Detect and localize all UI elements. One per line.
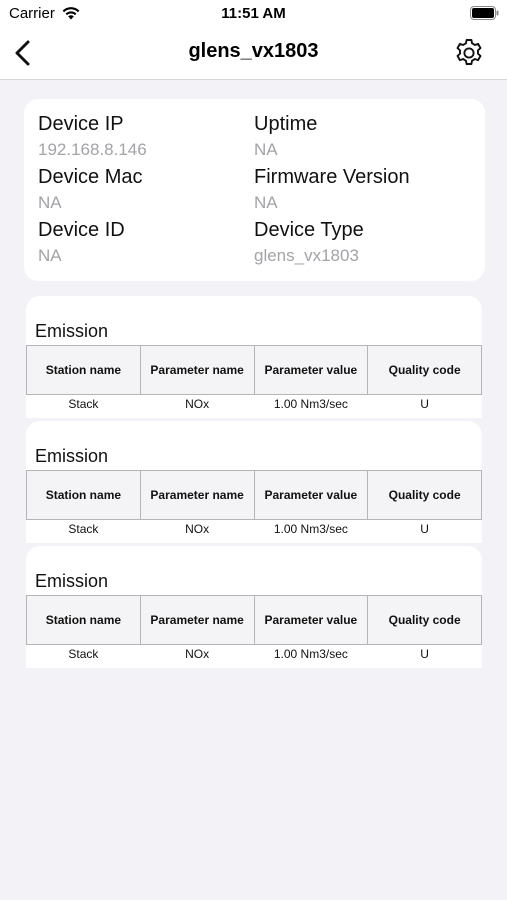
uptime-field: Uptime NA: [254, 113, 317, 160]
emission-table: Station name Parameter name Parameter va…: [26, 345, 482, 414]
device-ip-value: 192.168.8.146: [38, 140, 147, 159]
device-id-label: Device ID: [38, 219, 125, 241]
firmware-version-value: NA: [254, 193, 278, 212]
table-row: Stack NOx 1.00 Nm3/sec U: [27, 645, 482, 664]
status-bar: Carrier 11:51 AM: [0, 0, 507, 28]
quality-code-cell: U: [420, 522, 429, 537]
station-name-cell: Stack: [68, 397, 99, 412]
device-mac-label: Device Mac: [38, 166, 143, 188]
device-mac-value: NA: [38, 193, 62, 212]
settings-button[interactable]: [453, 37, 485, 69]
emission-title: Emission: [35, 571, 109, 591]
parameter-value-cell: 1.00 Nm3/sec: [273, 647, 348, 662]
emission-card: Emission Station name Parameter name Par…: [26, 296, 482, 418]
parameter-name-header: Parameter name: [139, 470, 255, 520]
device-info-card: Device IP 192.168.8.146 Uptime NA Device…: [24, 99, 485, 281]
emission-table: Station name Parameter name Parameter va…: [26, 595, 482, 664]
parameter-name-cell: NOx: [185, 647, 210, 662]
firmware-version-label: Firmware Version: [254, 166, 410, 188]
parameter-value-cell: 1.00 Nm3/sec: [273, 522, 348, 537]
parameter-value-header: Parameter value: [253, 470, 369, 520]
parameter-name-cell: NOx: [185, 397, 210, 412]
emission-title: Emission: [35, 446, 109, 466]
emission-card: Emission Station name Parameter name Par…: [26, 546, 482, 668]
parameter-name-header: Parameter name: [139, 595, 255, 645]
emission-title: Emission: [35, 321, 109, 341]
device-ip-label: Device IP: [38, 113, 124, 135]
firmware-version-field: Firmware Version NA: [254, 166, 410, 213]
uptime-value: NA: [254, 140, 278, 159]
battery-icon: [470, 6, 499, 20]
parameter-value-cell: 1.00 Nm3/sec: [273, 397, 348, 412]
device-ip-field: Device IP 192.168.8.146: [38, 113, 147, 160]
device-id-field: Device ID NA: [38, 219, 125, 266]
table-header-row: Station name Parameter name Parameter va…: [26, 345, 482, 395]
station-name-header: Station name: [26, 345, 141, 395]
station-name-cell: Stack: [68, 647, 99, 662]
quality-code-header: Quality code: [367, 470, 482, 520]
device-mac-field: Device Mac NA: [38, 166, 142, 213]
station-name-cell: Stack: [68, 522, 99, 537]
table-row: Stack NOx 1.00 Nm3/sec U: [27, 520, 482, 539]
uptime-label: Uptime: [254, 113, 318, 135]
clock: 11:51 AM: [221, 5, 286, 22]
parameter-value-header: Parameter value: [253, 345, 369, 395]
station-name-header: Station name: [26, 595, 141, 645]
table-row: Stack NOx 1.00 Nm3/sec U: [27, 395, 482, 414]
quality-code-header: Quality code: [367, 345, 482, 395]
table-header-row: Station name Parameter name Parameter va…: [26, 595, 482, 645]
quality-code-header: Quality code: [367, 595, 482, 645]
device-type-field: Device Type glens_vx1803: [254, 219, 364, 266]
parameter-name-header: Parameter name: [139, 345, 255, 395]
emission-card: Emission Station name Parameter name Par…: [26, 421, 482, 543]
device-type-value: glens_vx1803: [254, 246, 359, 265]
navigation-bar: glens_vx1803: [0, 28, 507, 80]
parameter-value-header: Parameter value: [253, 595, 369, 645]
quality-code-cell: U: [420, 397, 429, 412]
device-type-label: Device Type: [254, 219, 364, 241]
device-id-value: NA: [38, 246, 62, 265]
station-name-header: Station name: [26, 470, 141, 520]
page-title: glens_vx1803: [188, 40, 319, 62]
gear-icon: [456, 39, 482, 65]
emission-table: Station name Parameter name Parameter va…: [26, 470, 482, 539]
quality-code-cell: U: [420, 647, 429, 662]
parameter-name-cell: NOx: [185, 522, 210, 537]
table-header-row: Station name Parameter name Parameter va…: [26, 470, 482, 520]
